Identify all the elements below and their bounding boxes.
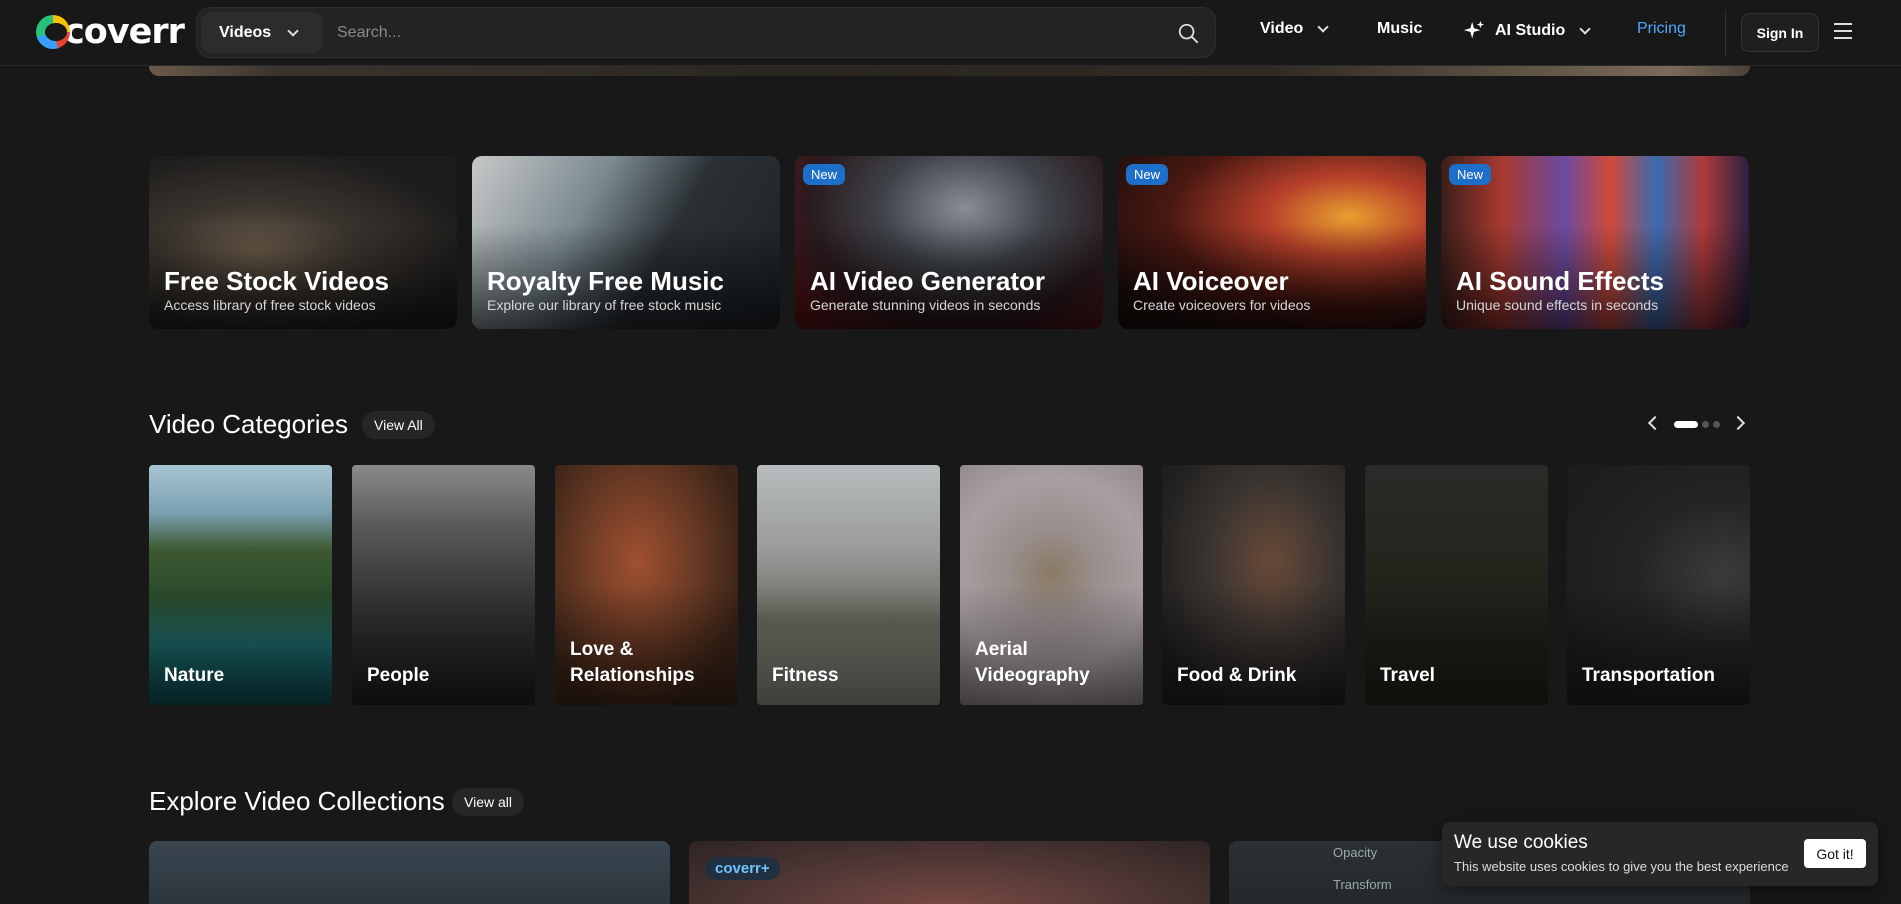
chevron-down-icon	[1317, 21, 1329, 33]
feature-card-ai-video-generator[interactable]: New AI Video Generator Generate stunning…	[795, 156, 1103, 329]
carousel-dots	[1674, 421, 1724, 428]
panel-label-opacity: Opacity	[1333, 845, 1378, 860]
nav-pricing-label: Pricing	[1637, 20, 1686, 37]
new-badge: New	[803, 164, 846, 185]
logo-mark-icon	[36, 15, 70, 49]
category-card-food-drink[interactable]: Food & Drink	[1162, 465, 1345, 705]
chevron-down-icon	[1579, 23, 1591, 35]
feature-card-title: Free Stock Videos	[164, 266, 389, 296]
feature-card-title: AI Voiceover	[1133, 266, 1289, 296]
cookie-banner: We use cookies This website uses cookies…	[1442, 822, 1878, 886]
panel-label-transform: Transform	[1333, 877, 1392, 892]
coverr-logo[interactable]: coverr	[36, 11, 185, 52]
view-all-categories-button[interactable]: View All	[362, 411, 435, 439]
new-badge: New	[1126, 164, 1169, 185]
feature-card-subtitle: Unique sound effects in seconds	[1456, 297, 1659, 313]
category-card-aerial-videography[interactable]: Aerial Videography	[960, 465, 1143, 705]
category-label: Nature	[164, 665, 225, 686]
logo-text: coverr	[64, 11, 185, 52]
nav-music[interactable]: Music	[1377, 20, 1422, 38]
feature-card-title: AI Video Generator	[810, 266, 1046, 296]
search-type-dropdown[interactable]: Videos	[201, 12, 323, 53]
cookie-accept-button[interactable]: Got it!	[1804, 839, 1866, 868]
nav-video-label: Video	[1260, 20, 1304, 37]
cookie-title: We use cookies	[1454, 832, 1588, 853]
category-label: Transportation	[1582, 665, 1716, 686]
category-label: Food & Drink	[1177, 665, 1297, 686]
carousel-next-icon[interactable]	[1730, 415, 1746, 431]
section-title-video-categories: Video Categories	[149, 409, 348, 439]
feature-card-subtitle: Access library of free stock videos	[164, 297, 376, 313]
site-header: coverr Videos Video Music AI Studio Pric…	[0, 0, 1901, 66]
category-label: Travel	[1380, 665, 1435, 686]
carousel-dot[interactable]	[1713, 421, 1720, 428]
header-divider	[1725, 10, 1726, 56]
category-card-transportation[interactable]: Transportation	[1567, 465, 1750, 705]
feature-card-free-stock-videos[interactable]: Free Stock Videos Access library of free…	[149, 156, 457, 329]
category-card-travel[interactable]: Travel	[1365, 465, 1548, 705]
nav-pricing[interactable]: Pricing	[1637, 20, 1686, 38]
search-type-label: Videos	[219, 23, 272, 41]
feature-card-subtitle: Create voiceovers for videos	[1133, 297, 1311, 313]
sparkle-icon	[1463, 20, 1485, 39]
collection-card[interactable]: coverr+	[689, 841, 1210, 904]
carousel-dot-active[interactable]	[1674, 421, 1698, 428]
chevron-down-icon	[287, 24, 299, 37]
search-input[interactable]	[337, 12, 1157, 53]
category-card-people[interactable]: People	[352, 465, 535, 705]
search-bar: Videos	[196, 7, 1216, 58]
feature-card-title: Royalty Free Music	[487, 266, 724, 296]
section-title-video-collections: Explore Video Collections	[149, 786, 445, 816]
feature-card-ai-sound-effects[interactable]: New AI Sound Effects Unique sound effect…	[1441, 156, 1749, 329]
carousel-prev-icon[interactable]	[1647, 415, 1663, 431]
feature-card-title: AI Sound Effects	[1456, 266, 1665, 296]
sign-in-button[interactable]: Sign In	[1741, 13, 1819, 52]
feature-card-subtitle: Explore our library of free stock music	[487, 297, 722, 313]
category-label: Fitness	[772, 665, 839, 686]
category-card-love-relationships[interactable]: Love & Relationships	[555, 465, 738, 705]
category-label: People	[367, 665, 430, 686]
feature-card-royalty-free-music[interactable]: Royalty Free Music Explore our library o…	[472, 156, 780, 329]
carousel-dot[interactable]	[1702, 421, 1709, 428]
nav-video[interactable]: Video	[1260, 20, 1329, 38]
hamburger-menu-icon[interactable]	[1834, 23, 1852, 39]
feature-card-ai-voiceover[interactable]: New AI Voiceover Create voiceovers for v…	[1118, 156, 1426, 329]
feature-card-subtitle: Generate stunning videos in seconds	[810, 297, 1041, 313]
category-label: Love & Relationships	[570, 639, 695, 686]
new-badge: New	[1449, 164, 1492, 185]
collection-card[interactable]	[149, 841, 670, 904]
nav-ai-studio[interactable]: AI Studio	[1463, 20, 1591, 42]
nav-ai-studio-label: AI Studio	[1495, 22, 1566, 39]
search-icon[interactable]	[1177, 22, 1199, 44]
category-card-fitness[interactable]: Fitness	[757, 465, 940, 705]
cookie-text: This website uses cookies to give you th…	[1454, 859, 1789, 874]
view-all-collections-button[interactable]: View all	[452, 788, 524, 816]
nav-music-label: Music	[1377, 20, 1423, 37]
category-label: Aerial Videography	[975, 639, 1090, 686]
category-card-nature[interactable]: Nature	[149, 465, 332, 705]
coverr-plus-badge: coverr+	[705, 857, 780, 880]
